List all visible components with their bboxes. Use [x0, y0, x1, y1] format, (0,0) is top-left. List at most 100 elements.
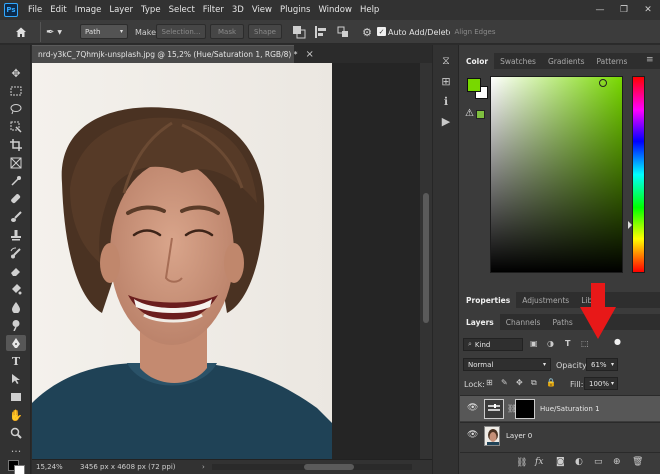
eyedropper-tool-icon[interactable]: [6, 173, 26, 189]
vertical-scrollbar[interactable]: [420, 63, 432, 459]
hue-slider[interactable]: [632, 76, 645, 273]
tab-color[interactable]: Color: [460, 53, 495, 69]
web-safe-color-chip[interactable]: [476, 110, 485, 119]
zoom-level[interactable]: 15,24%: [36, 463, 63, 471]
menu-plugins[interactable]: Plugins: [276, 5, 314, 15]
align-edges-button[interactable]: Align Edges: [450, 24, 500, 39]
healing-brush-tool-icon[interactable]: [6, 191, 26, 207]
menu-file[interactable]: File: [24, 5, 46, 15]
document-canvas[interactable]: [32, 63, 332, 459]
path-arrangement-icon[interactable]: [336, 25, 350, 39]
minimize-button[interactable]: —: [588, 0, 612, 20]
close-window-button[interactable]: ✕: [636, 0, 660, 20]
horizontal-scrollbar[interactable]: [212, 464, 412, 470]
opacity-field[interactable]: 61% ▾: [586, 358, 618, 371]
tab-paths[interactable]: Paths: [546, 314, 578, 330]
group-icon[interactable]: ▭: [594, 457, 603, 467]
home-icon[interactable]: [12, 23, 30, 41]
document-tab[interactable]: nrd-y3kC_7Qhmjk-unsplash.jpg @ 15,2% (Hu…: [32, 45, 314, 63]
brush-tool-icon[interactable]: [6, 209, 26, 225]
blur-tool-icon[interactable]: [6, 299, 26, 315]
eraser-tool-icon[interactable]: [6, 263, 26, 279]
adjustment-icon[interactable]: ◐: [575, 457, 583, 467]
history-brush-tool-icon[interactable]: [6, 245, 26, 261]
menu-help[interactable]: Help: [356, 5, 383, 15]
mask-icon[interactable]: ◙: [556, 457, 565, 467]
filter-shape-icon[interactable]: ⬚: [581, 339, 589, 348]
gear-icon[interactable]: ⚙: [360, 25, 374, 39]
blend-mode-select[interactable]: Normal ▾: [463, 358, 551, 371]
rectangle-tool-icon[interactable]: [6, 389, 26, 405]
close-document-icon[interactable]: ×: [305, 49, 313, 60]
menu-window[interactable]: Window: [314, 5, 356, 15]
path-alignment-icon[interactable]: [314, 25, 328, 39]
scrollbar-thumb[interactable]: [304, 464, 354, 470]
path-operations-icon[interactable]: [292, 25, 306, 39]
tab-layers[interactable]: Layers: [460, 314, 500, 330]
menu-layer[interactable]: Layer: [105, 5, 137, 15]
menu-edit[interactable]: Edit: [46, 5, 70, 15]
lock-position-icon[interactable]: ✥: [516, 378, 523, 387]
object-selection-tool-icon[interactable]: [6, 119, 26, 135]
menu-filter[interactable]: Filter: [199, 5, 228, 15]
dodge-tool-icon[interactable]: [6, 317, 26, 333]
fx-icon[interactable]: fx: [535, 457, 543, 467]
fill-field[interactable]: 100% ▾: [584, 377, 618, 390]
filter-pixel-icon[interactable]: ▣: [530, 339, 538, 348]
more-tools-icon[interactable]: ···: [6, 443, 26, 459]
auto-add-delete-checkbox[interactable]: ✓: [377, 27, 386, 36]
menu-image[interactable]: Image: [71, 5, 106, 15]
chevron-right-icon[interactable]: ›: [202, 463, 205, 471]
lock-transparent-icon[interactable]: ⊞: [486, 378, 493, 387]
layer-filter-kind[interactable]: ⌕ Kind: [463, 338, 523, 351]
foreground-color-chip[interactable]: [467, 78, 481, 92]
hand-tool-icon[interactable]: ✋: [6, 407, 26, 423]
zoom-tool-icon[interactable]: [6, 425, 26, 441]
layer-name[interactable]: Layer 0: [506, 432, 532, 440]
layer-row-layer-0[interactable]: 👁 Layer 0: [460, 422, 660, 448]
tab-adjustments[interactable]: Adjustments: [516, 292, 575, 308]
lasso-tool-icon[interactable]: [6, 101, 26, 117]
background-color-swatch[interactable]: [14, 465, 25, 474]
frame-tool-icon[interactable]: [6, 155, 26, 171]
hue-slider-handle[interactable]: [628, 221, 632, 229]
gradient-tool-icon[interactable]: [6, 281, 26, 297]
layer-mask-thumbnail[interactable]: [515, 399, 535, 419]
link-icon[interactable]: ⛓: [516, 458, 527, 468]
scrollbar-thumb[interactable]: [423, 193, 429, 323]
filter-type-icon[interactable]: T: [565, 339, 570, 348]
make-selection-button[interactable]: Selection...: [156, 24, 206, 39]
info-icon[interactable]: ℹ: [437, 93, 455, 109]
actions-icon[interactable]: ▶: [437, 113, 455, 129]
move-tool-icon[interactable]: ✥: [6, 65, 26, 81]
trash-icon[interactable]: 🗑: [632, 457, 643, 467]
lock-pixels-icon[interactable]: ✎: [501, 378, 508, 387]
brush-settings-icon[interactable]: ⊞: [437, 73, 455, 89]
menu-select[interactable]: Select: [165, 5, 199, 15]
history-icon[interactable]: ⧖: [437, 53, 455, 69]
type-tool-icon[interactable]: T: [6, 353, 26, 369]
make-mask-button[interactable]: Mask: [210, 24, 244, 39]
tab-gradients[interactable]: Gradients: [542, 53, 591, 69]
eye-icon[interactable]: 👁: [467, 430, 478, 440]
pen-tool-preset-picker[interactable]: ✒ ▼: [46, 24, 70, 40]
tab-patterns[interactable]: Patterns: [591, 53, 634, 69]
new-layer-icon[interactable]: ⊕: [613, 457, 621, 467]
eye-icon[interactable]: 👁: [467, 403, 478, 413]
crop-tool-icon[interactable]: [6, 137, 26, 153]
marquee-tool-icon[interactable]: [6, 83, 26, 99]
color-picker-marker[interactable]: [599, 79, 607, 87]
filter-adjustment-icon[interactable]: ◑: [547, 339, 554, 348]
panel-menu-icon[interactable]: ≡: [646, 55, 654, 65]
make-shape-button[interactable]: Shape: [248, 24, 282, 39]
path-selection-tool-icon[interactable]: [6, 371, 26, 387]
tab-swatches[interactable]: Swatches: [494, 53, 542, 69]
menu-type[interactable]: Type: [137, 5, 165, 15]
layer-name[interactable]: Hue/Saturation 1: [540, 405, 600, 413]
layer-row-hue-saturation[interactable]: 👁 ⛓ Hue/Saturation 1: [460, 395, 660, 421]
lock-all-icon[interactable]: 🔒: [546, 378, 556, 387]
pen-tool-icon[interactable]: [6, 335, 26, 351]
color-picker-field[interactable]: [490, 76, 623, 273]
clone-stamp-tool-icon[interactable]: [6, 227, 26, 243]
restore-button[interactable]: ❐: [612, 0, 636, 20]
